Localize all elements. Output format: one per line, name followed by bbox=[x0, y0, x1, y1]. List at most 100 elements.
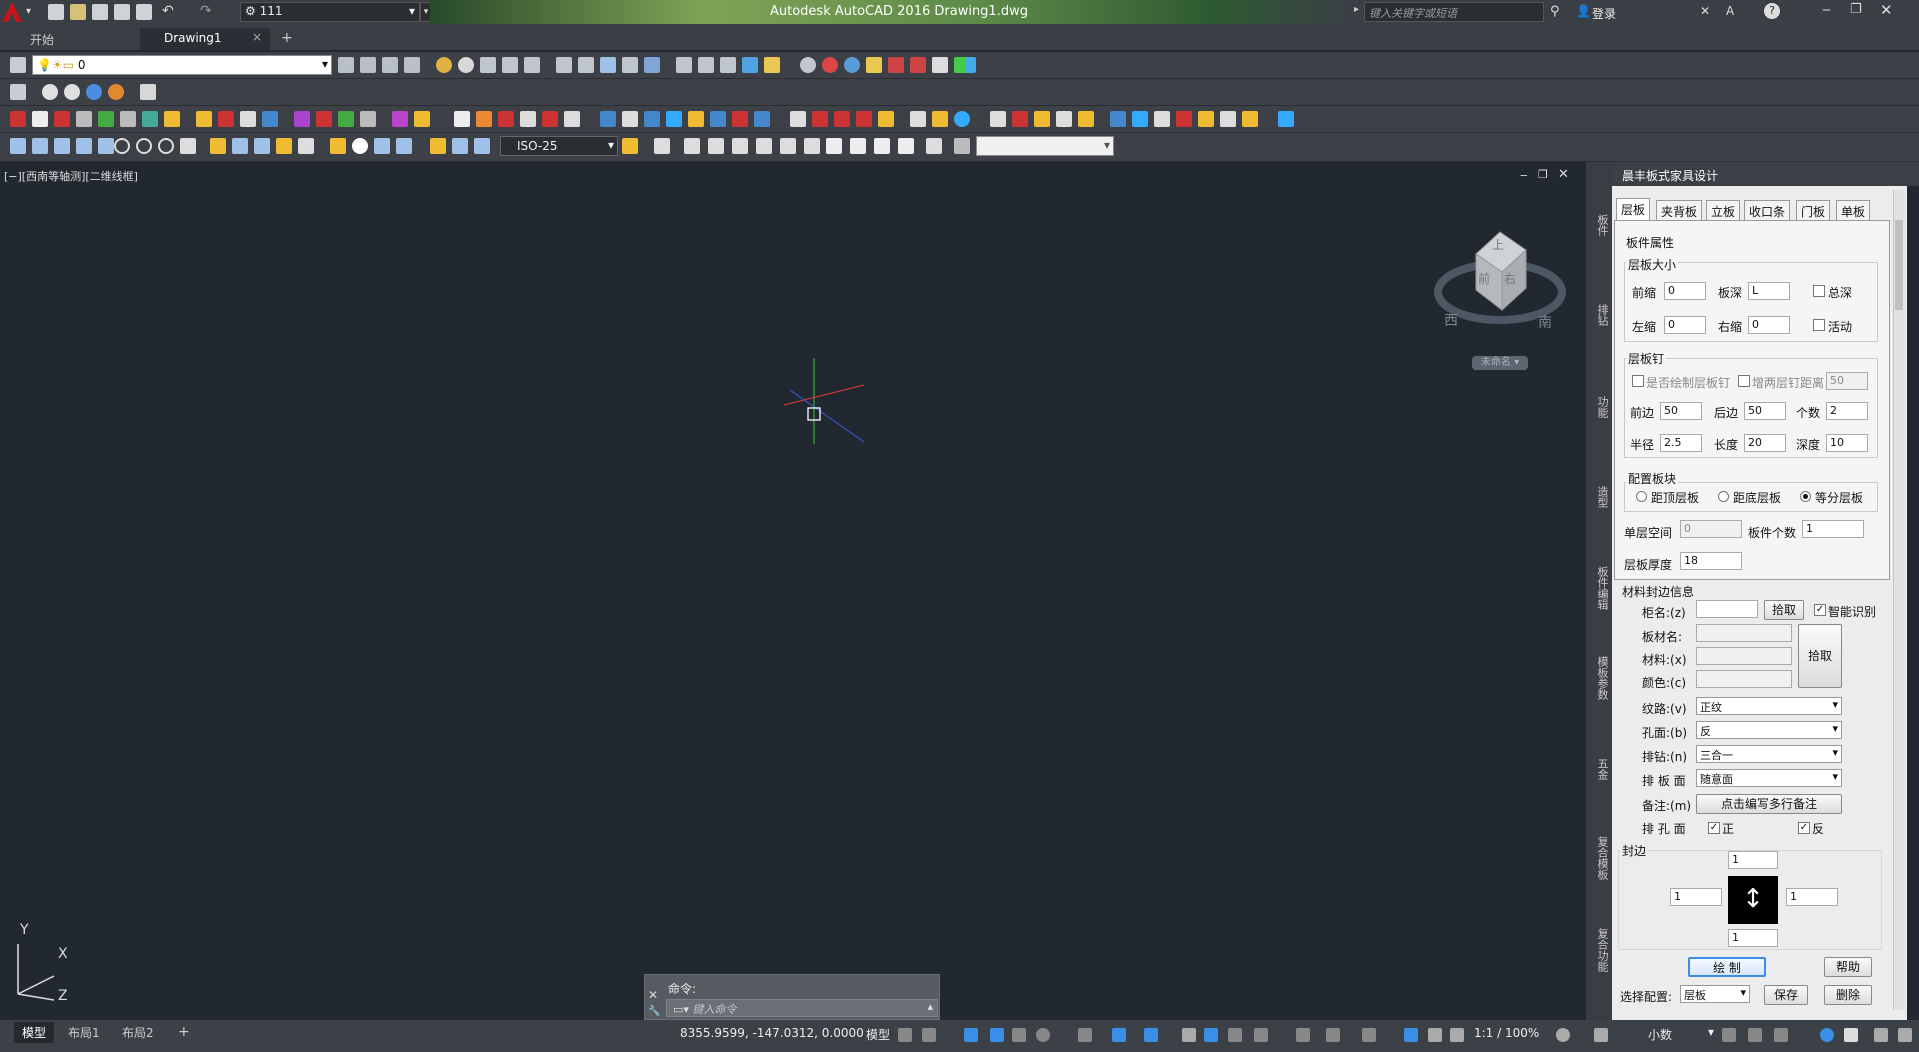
modeling-icon[interactable] bbox=[1132, 111, 1148, 127]
modeling-icon[interactable] bbox=[622, 111, 638, 127]
sun-icon[interactable] bbox=[436, 57, 452, 73]
search-icon[interactable] bbox=[800, 57, 816, 73]
material-icon[interactable] bbox=[86, 84, 102, 100]
modeling-icon[interactable] bbox=[856, 111, 872, 127]
dimension-icon[interactable] bbox=[352, 138, 368, 154]
modeling-icon[interactable] bbox=[10, 111, 26, 127]
back-edge-input[interactable]: 50 bbox=[1744, 402, 1786, 420]
board-name-input[interactable] bbox=[1696, 624, 1792, 642]
modeling-icon[interactable] bbox=[240, 111, 256, 127]
grid-icon[interactable] bbox=[898, 1028, 912, 1042]
new-file-icon[interactable] bbox=[48, 4, 64, 20]
deep-input[interactable]: 10 bbox=[1826, 434, 1868, 452]
strip-tab-board[interactable]: 板件 bbox=[1588, 214, 1610, 236]
tab-start[interactable]: 开始 bbox=[20, 28, 140, 50]
single-space-input[interactable]: 0 bbox=[1680, 520, 1742, 538]
zoom-out-icon[interactable] bbox=[822, 57, 838, 73]
modeling-icon[interactable] bbox=[142, 111, 158, 127]
color-input[interactable] bbox=[1696, 670, 1792, 688]
modeling-icon[interactable] bbox=[932, 111, 948, 127]
modeling-icon[interactable] bbox=[1176, 111, 1192, 127]
modeling-icon[interactable] bbox=[1034, 111, 1050, 127]
smart-detect-checkbox[interactable]: ✓ bbox=[1814, 604, 1826, 616]
dimension-icon[interactable] bbox=[430, 138, 446, 154]
modeling-icon[interactable] bbox=[360, 111, 376, 127]
dimension-icon[interactable] bbox=[32, 138, 48, 154]
ptab-shelf[interactable]: 层板 bbox=[1616, 198, 1651, 220]
ptab-door-panel[interactable]: 门板 bbox=[1796, 200, 1831, 220]
modeling-icon[interactable] bbox=[262, 111, 278, 127]
maximize-button[interactable]: ❐ bbox=[1850, 2, 1862, 17]
back-side-checkbox[interactable]: ✓ bbox=[1798, 822, 1810, 834]
orbit-icon[interactable] bbox=[600, 57, 616, 73]
pick-cabinet-button[interactable]: 拾取 bbox=[1764, 600, 1804, 620]
dimension-icon[interactable] bbox=[452, 138, 468, 154]
dimension-icon[interactable] bbox=[276, 138, 292, 154]
selection-cycling-icon[interactable] bbox=[1228, 1028, 1242, 1042]
strip-tab-composite-template[interactable]: 复合模板 bbox=[1588, 836, 1610, 880]
modeling-icon[interactable] bbox=[754, 111, 770, 127]
camera-icon[interactable] bbox=[926, 138, 942, 154]
command-input[interactable]: ▭▾ 键入命令 ▴ bbox=[666, 999, 938, 1017]
tab-layout2[interactable]: 布局2 bbox=[114, 1022, 162, 1043]
auto-scale-icon[interactable] bbox=[1428, 1028, 1442, 1042]
modeling-icon[interactable] bbox=[120, 111, 136, 127]
strip-tab-composite-function[interactable]: 复合功能 bbox=[1588, 928, 1610, 972]
modeling-icon[interactable] bbox=[812, 111, 828, 127]
modeling-icon[interactable] bbox=[666, 111, 682, 127]
user-icon[interactable]: 👤 bbox=[1576, 4, 1591, 18]
modeling-icon[interactable] bbox=[542, 111, 558, 127]
count-input[interactable]: 2 bbox=[1826, 402, 1868, 420]
modeling-icon[interactable] bbox=[1154, 111, 1170, 127]
dimension-icon[interactable] bbox=[98, 138, 114, 154]
3d-osnap-icon[interactable] bbox=[1254, 1028, 1268, 1042]
help-icon[interactable]: ? bbox=[1764, 3, 1780, 19]
zoom-icon[interactable] bbox=[578, 57, 594, 73]
strip-tab-board-edit[interactable]: 板件编辑 bbox=[1588, 566, 1610, 610]
modeling-icon[interactable] bbox=[98, 111, 114, 127]
strip-tab-template-params[interactable]: 模板参数 bbox=[1588, 656, 1610, 700]
add-layout-button[interactable]: + bbox=[170, 1022, 198, 1042]
modeling-icon[interactable] bbox=[196, 111, 212, 127]
left-shrink-input[interactable]: 0 bbox=[1664, 316, 1706, 334]
gizmo-icon[interactable] bbox=[1362, 1028, 1376, 1042]
edge-left-input[interactable]: 1 bbox=[1670, 888, 1722, 906]
modeling-icon[interactable] bbox=[316, 111, 332, 127]
total-depth-checkbox[interactable] bbox=[1813, 285, 1825, 297]
drawing-viewport[interactable] bbox=[0, 162, 1586, 1020]
view-cube-icon[interactable] bbox=[756, 138, 772, 154]
movable-checkbox[interactable] bbox=[1813, 319, 1825, 331]
grain-select[interactable]: 正纹 bbox=[1696, 697, 1842, 715]
modeling-icon[interactable] bbox=[32, 111, 48, 127]
dimension-icon[interactable] bbox=[374, 138, 390, 154]
material-icon[interactable] bbox=[42, 84, 58, 100]
layer-tool-icon[interactable] bbox=[360, 57, 376, 73]
view-cube-icon[interactable] bbox=[826, 138, 842, 154]
dimension-icon[interactable] bbox=[210, 138, 226, 154]
search-expand-icon[interactable]: ▸ bbox=[1354, 4, 1359, 15]
pin-distance-input[interactable]: 50 bbox=[1826, 372, 1868, 390]
coordinates-readout[interactable]: 8355.9599, -147.0312, 0.0000 bbox=[680, 1026, 864, 1040]
selection-filter-icon[interactable] bbox=[1326, 1028, 1340, 1042]
dynamic-ucs-icon[interactable] bbox=[1296, 1028, 1310, 1042]
new-tab-button[interactable]: + bbox=[275, 28, 301, 50]
viewport-minimize-icon[interactable]: ‒ bbox=[1520, 168, 1528, 182]
edge-right-input[interactable]: 1 bbox=[1786, 888, 1838, 906]
layer-tool-icon[interactable] bbox=[404, 57, 420, 73]
lineweight-icon[interactable] bbox=[1182, 1028, 1196, 1042]
lock-ui-icon[interactable] bbox=[1748, 1028, 1762, 1042]
tab-layout1[interactable]: 布局1 bbox=[60, 1022, 108, 1043]
annotation-visibility-icon[interactable] bbox=[1404, 1028, 1418, 1042]
viewport-restore-icon[interactable]: ❐ bbox=[1538, 168, 1548, 181]
modeling-icon[interactable] bbox=[564, 111, 580, 127]
image-icon[interactable] bbox=[932, 57, 948, 73]
drill-face-select[interactable]: 随意面 bbox=[1696, 769, 1842, 787]
material-icon[interactable] bbox=[64, 84, 80, 100]
view-cube-icon[interactable] bbox=[850, 138, 866, 154]
minimize-button[interactable]: ‒ bbox=[1822, 2, 1831, 18]
ptab-back-panel[interactable]: 夹背板 bbox=[1656, 200, 1703, 220]
radio-from-top[interactable] bbox=[1636, 491, 1647, 502]
modeling-icon[interactable] bbox=[76, 111, 92, 127]
modeling-icon[interactable] bbox=[164, 111, 180, 127]
modeling-icon[interactable] bbox=[414, 111, 430, 127]
